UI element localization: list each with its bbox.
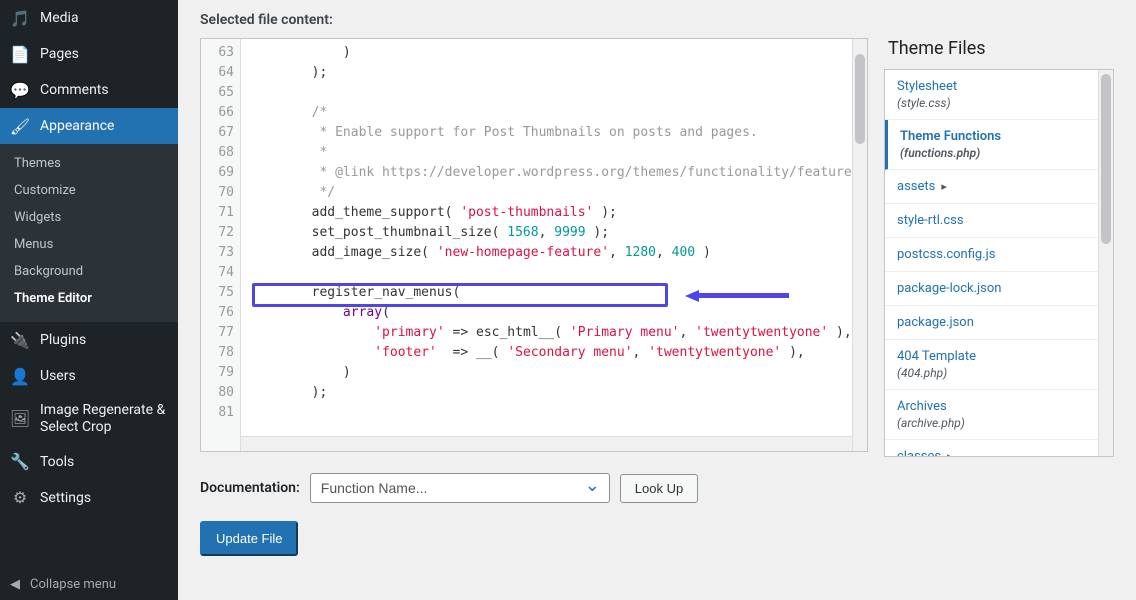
collapse-icon: ◀ bbox=[10, 577, 20, 592]
theme-file-item[interactable]: style-rtl.css bbox=[885, 204, 1098, 238]
menu-label: Appearance bbox=[40, 118, 114, 134]
theme-file-item[interactable]: classes bbox=[885, 440, 1098, 456]
theme-file-item[interactable]: assets bbox=[885, 170, 1098, 204]
line-gutter: 63 64 65 66 67 68 69 70 71 72 73 74 75 7… bbox=[201, 39, 241, 451]
code-editor[interactable]: 63 64 65 66 67 68 69 70 71 72 73 74 75 7… bbox=[200, 38, 868, 452]
submenu-appearance: Themes Customize Widgets Menus Backgroun… bbox=[0, 144, 178, 322]
media-icon: 🎵 bbox=[10, 8, 30, 28]
image-icon: 🖼 bbox=[10, 409, 30, 429]
admin-sidebar: 🎵 Media 📄 Pages 💬 Comments 🖌 Appearance Them… bbox=[0, 0, 178, 600]
submenu-widgets[interactable]: Widgets bbox=[0, 204, 178, 231]
menu-tools[interactable]: 🔧 Tools bbox=[0, 444, 178, 480]
function-select[interactable]: Function Name... bbox=[310, 473, 610, 503]
collapse-label: Collapse menu bbox=[30, 577, 116, 592]
theme-file-item[interactable]: Theme Functions(functions.php) bbox=[885, 120, 1098, 170]
files-vscrollbar[interactable] bbox=[1098, 70, 1113, 456]
submenu-customize[interactable]: Customize bbox=[0, 177, 178, 204]
settings-icon: ⚙ bbox=[10, 488, 30, 508]
collapse-menu[interactable]: ◀ Collapse menu bbox=[0, 569, 178, 600]
submenu-background[interactable]: Background bbox=[0, 258, 178, 285]
theme-file-item[interactable]: Archives(archive.php) bbox=[885, 390, 1098, 440]
main-content: Selected file content: 63 64 65 66 67 68… bbox=[178, 0, 1136, 600]
menu-label: Users bbox=[40, 368, 76, 384]
update-file-button[interactable]: Update File bbox=[200, 521, 298, 556]
user-icon: 👤 bbox=[10, 366, 30, 386]
submenu-menus[interactable]: Menus bbox=[0, 231, 178, 258]
documentation-row: Documentation: Function Name... Look Up bbox=[200, 473, 1114, 503]
editor-hscrollbar[interactable] bbox=[241, 436, 852, 451]
wrench-icon: 🔧 bbox=[10, 452, 30, 472]
menu-label: Media bbox=[40, 10, 79, 26]
documentation-label: Documentation: bbox=[200, 480, 300, 496]
menu-users[interactable]: 👤 Users bbox=[0, 358, 178, 394]
scroll-thumb[interactable] bbox=[1101, 74, 1111, 244]
submenu-theme-editor[interactable]: Theme Editor bbox=[0, 285, 178, 312]
selected-file-label: Selected file content: bbox=[200, 12, 1114, 28]
menu-label: Plugins bbox=[40, 332, 86, 348]
function-select-wrap: Function Name... bbox=[310, 473, 610, 503]
menu-label: Pages bbox=[40, 46, 79, 62]
theme-file-item[interactable]: Stylesheet(style.css) bbox=[885, 70, 1098, 120]
menu-comments[interactable]: 💬 Comments bbox=[0, 72, 178, 108]
theme-file-item[interactable]: postcss.config.js bbox=[885, 238, 1098, 272]
menu-media[interactable]: 🎵 Media bbox=[0, 0, 178, 36]
menu-label: Tools bbox=[40, 454, 74, 470]
menu-pages[interactable]: 📄 Pages bbox=[0, 36, 178, 72]
menu-label: Comments bbox=[40, 82, 109, 98]
menu-settings[interactable]: ⚙ Settings bbox=[0, 480, 178, 516]
plugin-icon: 🔌 bbox=[10, 330, 30, 350]
theme-files-title: Theme Files bbox=[888, 38, 1114, 59]
theme-files-panel: Theme Files Stylesheet(style.css)Theme F… bbox=[884, 38, 1114, 457]
brush-icon: 🖌 bbox=[10, 116, 30, 136]
editor-vscrollbar[interactable] bbox=[852, 39, 867, 451]
page-icon: 📄 bbox=[10, 44, 30, 64]
menu-image-regen[interactable]: 🖼 Image Regenerate & Select Crop bbox=[0, 394, 178, 444]
lookup-button[interactable]: Look Up bbox=[620, 474, 698, 503]
code-area[interactable]: ) ); /* * Enable support for Post Thumbn… bbox=[241, 39, 867, 451]
comment-icon: 💬 bbox=[10, 80, 30, 100]
menu-label: Settings bbox=[40, 490, 91, 506]
menu-appearance[interactable]: 🖌 Appearance bbox=[0, 108, 178, 144]
theme-files-list: Stylesheet(style.css)Theme Functions(fun… bbox=[884, 69, 1114, 457]
theme-file-item[interactable]: package-lock.json bbox=[885, 272, 1098, 306]
menu-plugins[interactable]: 🔌 Plugins bbox=[0, 322, 178, 358]
menu-label: Image Regenerate & Select Crop bbox=[40, 402, 168, 436]
theme-file-item[interactable]: 404 Template(404.php) bbox=[885, 340, 1098, 390]
submenu-themes[interactable]: Themes bbox=[0, 150, 178, 177]
scroll-thumb[interactable] bbox=[855, 54, 865, 144]
theme-file-item[interactable]: package.json bbox=[885, 306, 1098, 340]
